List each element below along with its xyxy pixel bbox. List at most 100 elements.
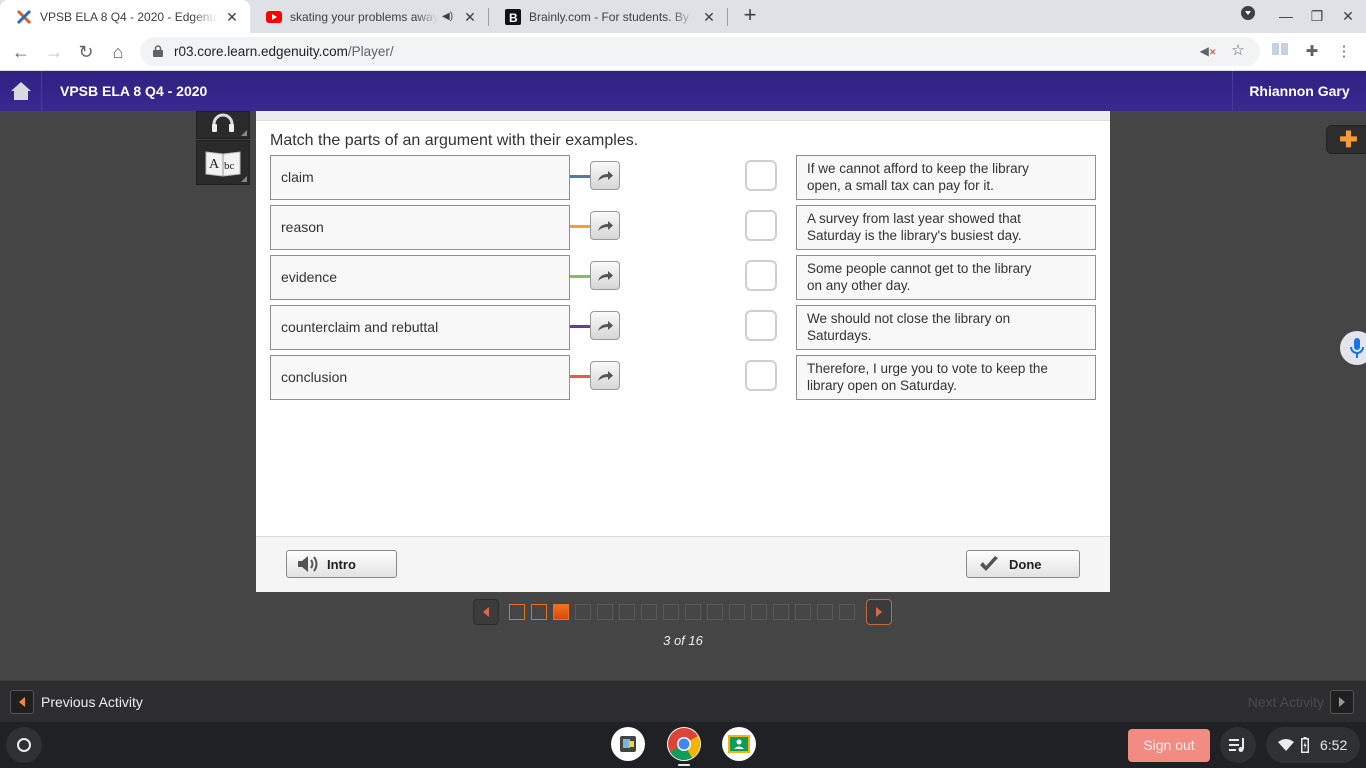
previous-activity-button[interactable] (10, 690, 34, 714)
dictionary-tool-button[interactable]: Abc (196, 140, 250, 185)
drop-target[interactable] (745, 260, 777, 291)
pager-square-1[interactable] (509, 604, 525, 620)
previous-activity-label[interactable]: Previous Activity (41, 694, 143, 710)
done-button[interactable]: Done (966, 550, 1080, 578)
reading-mode-icon[interactable] (1270, 42, 1290, 62)
close-tab-icon[interactable]: ✕ (462, 9, 478, 25)
expand-tools-button[interactable]: ✚ (1326, 125, 1366, 154)
course-header: VPSB ELA 8 Q4 - 2020 Rhiannon Gary (0, 71, 1366, 111)
launcher-button[interactable] (6, 727, 42, 763)
pager-square-9[interactable] (685, 604, 701, 620)
pager-square-13[interactable] (773, 604, 789, 620)
caret-right-icon (876, 607, 882, 617)
connector-counterclaim (570, 325, 590, 328)
pager-square-16[interactable] (839, 604, 855, 620)
svg-text:A: A (209, 157, 220, 172)
close-window-button[interactable]: ✕ (1336, 4, 1360, 28)
example-item[interactable]: Some people cannot get to the library on… (796, 255, 1096, 300)
pager-square-6[interactable] (619, 604, 635, 620)
match-arrow-button[interactable] (590, 311, 620, 340)
close-tab-icon[interactable]: ✕ (701, 9, 717, 25)
media-controls-button[interactable] (1220, 727, 1256, 763)
launcher-circle-icon (17, 738, 31, 752)
pager-square-11[interactable] (729, 604, 745, 620)
done-label: Done (1009, 556, 1042, 572)
speaker-icon[interactable]: ◀) (442, 11, 456, 22)
pager-square-7[interactable] (641, 604, 657, 620)
home-button[interactable]: ⌂ (104, 38, 132, 66)
new-tab-button[interactable]: + (738, 4, 762, 28)
example-item[interactable]: A survey from last year showed that Satu… (796, 205, 1096, 250)
pager-square-4[interactable] (575, 604, 591, 620)
pager-square-15[interactable] (817, 604, 833, 620)
course-title: VPSB ELA 8 Q4 - 2020 (60, 83, 208, 99)
match-arrow-button[interactable] (590, 161, 620, 190)
back-button[interactable]: ← (7, 38, 35, 66)
muted-site-icon[interactable]: ◀✕ (1198, 41, 1218, 61)
example-item[interactable]: We should not close the library on Satur… (796, 305, 1096, 350)
term-claim[interactable]: claim (270, 155, 570, 200)
google-classroom-app[interactable] (722, 727, 756, 761)
url-path: /Player/ (347, 44, 394, 59)
chrome-app[interactable] (667, 727, 701, 761)
match-arrow-button[interactable] (590, 361, 620, 390)
minimize-button[interactable]: — (1274, 4, 1298, 28)
connector-conclusion (570, 375, 590, 378)
voice-input-button[interactable] (1340, 331, 1366, 365)
pager-prev-button[interactable] (473, 599, 499, 625)
restore-button[interactable]: ❐ (1305, 4, 1329, 28)
drop-target[interactable] (745, 310, 777, 341)
drop-target[interactable] (745, 210, 777, 241)
drop-target[interactable] (745, 360, 777, 391)
pager-square-5[interactable] (597, 604, 613, 620)
pager-square-3[interactable] (553, 604, 569, 620)
speaker-icon (298, 556, 318, 572)
tab-search-icon[interactable] (1236, 4, 1260, 28)
user-name[interactable]: Rhiannon Gary (1232, 71, 1366, 111)
term-conclusion[interactable]: conclusion (270, 355, 570, 400)
browser-toolbar: ← → ↻ ⌂ r03.core.learn.edgenuity.com/Pla… (0, 33, 1366, 71)
screencastify-app[interactable] (611, 727, 645, 761)
address-bar[interactable]: r03.core.learn.edgenuity.com/Player/ ◀✕ … (140, 37, 1260, 66)
pager-next-button[interactable] (866, 599, 892, 625)
clock-time: 6:52 (1320, 737, 1348, 753)
panel-footer: Intro Done (256, 536, 1110, 592)
forward-button[interactable]: → (40, 38, 68, 66)
caret-left-icon (19, 697, 25, 707)
tab-brainly[interactable]: B Brainly.com - For students. By student… (489, 0, 727, 33)
plus-icon: ✚ (1339, 126, 1358, 152)
sign-out-button[interactable]: Sign out (1128, 729, 1210, 762)
tab-youtube[interactable]: skating your problems away ◀) ✕ (250, 0, 488, 33)
battery-charging-icon (1301, 737, 1309, 753)
example-item[interactable]: If we cannot afford to keep the library … (796, 155, 1096, 200)
intro-label: Intro (327, 556, 356, 572)
wifi-icon (1278, 739, 1294, 751)
pager-square-14[interactable] (795, 604, 811, 620)
menu-kebab-icon[interactable]: ⋮ (1334, 42, 1354, 62)
pager-square-12[interactable] (751, 604, 767, 620)
next-activity-button[interactable] (1330, 690, 1354, 714)
match-arrow-button[interactable] (590, 261, 620, 290)
pager-square-10[interactable] (707, 604, 723, 620)
term-counterclaim-and-rebuttal[interactable]: counterclaim and rebuttal (270, 305, 570, 350)
course-home-button[interactable] (0, 71, 42, 111)
extensions-puzzle-icon[interactable]: ✚ (1302, 42, 1322, 62)
drop-target[interactable] (745, 160, 777, 191)
curved-arrow-icon (598, 370, 613, 381)
reload-button[interactable]: ↻ (72, 38, 100, 66)
pager-square-2[interactable] (531, 604, 547, 620)
url-text[interactable]: r03.core.learn.edgenuity.com/Player/ (174, 44, 394, 59)
term-reason[interactable]: reason (270, 205, 570, 250)
tab-edgenuity[interactable]: VPSB ELA 8 Q4 - 2020 - Edgenuity ✕ (0, 0, 250, 33)
example-item[interactable]: Therefore, I urge you to vote to keep th… (796, 355, 1096, 400)
term-evidence[interactable]: evidence (270, 255, 570, 300)
audio-tool-button[interactable] (196, 111, 250, 139)
caret-right-icon (1339, 697, 1345, 707)
match-arrow-button[interactable] (590, 211, 620, 240)
close-tab-icon[interactable]: ✕ (224, 9, 240, 25)
intro-button[interactable]: Intro (286, 550, 397, 578)
pager-square-8[interactable] (663, 604, 679, 620)
status-tray[interactable]: 6:52 (1266, 727, 1360, 763)
bookmark-star-icon[interactable]: ☆ (1228, 41, 1248, 61)
example-text-line: We should not close the library on (807, 311, 1011, 326)
